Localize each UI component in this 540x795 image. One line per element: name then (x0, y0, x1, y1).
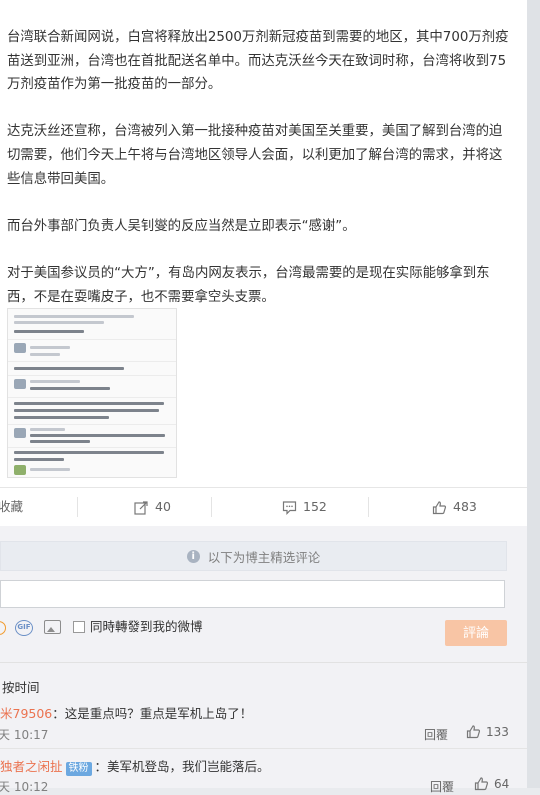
divider (0, 662, 527, 663)
comment-count: 152 (303, 499, 327, 514)
favorite-button[interactable]: 收藏 (0, 488, 23, 526)
page-scrollbar[interactable] (527, 0, 540, 788)
post-body: 台湾联合新闻网说，白宫将释放出2500万剂新冠疫苗到需要的地区，其中700万剂疫… (7, 26, 512, 333)
like-button[interactable]: 483 (432, 488, 477, 526)
post-paragraph-1: 台湾联合新闻网说，白宫将释放出2500万剂新冠疫苗到需要的地区，其中700万剂疫… (7, 30, 509, 93)
comment-item: 独者之闲扯 铁粉 ：美军机登岛，我们岂能落后。 (0, 756, 527, 776)
comment-button[interactable]: 152 (282, 488, 327, 526)
sort-by-time-tab[interactable]: 按时间 (2, 677, 40, 696)
repost-checkbox[interactable] (73, 621, 85, 633)
comment-username[interactable]: 独者之闲扯 (0, 759, 63, 774)
reply-button[interactable]: 回覆 (424, 726, 448, 743)
thumbs-up-icon (466, 725, 481, 739)
repost-checkbox-label[interactable]: 同時轉發到我的微博 (90, 619, 203, 635)
divider (0, 748, 527, 749)
submit-comment-button[interactable]: 評論 (445, 620, 507, 646)
image-icon[interactable] (44, 620, 61, 634)
comment-like-button[interactable]: 64 (474, 776, 509, 791)
weibo-post-card: 台湾联合新闻网说，白宫将释放出2500万剂新冠疫苗到需要的地区，其中700万剂疫… (0, 0, 527, 794)
comment-input[interactable] (0, 580, 505, 608)
comment-text: ：美军机登岛，我们岂能落后。 (94, 759, 270, 774)
post-paragraph-3: 而台外事部门负责人吴钊燮的反应当然是立即表示“感谢”。 (7, 218, 356, 234)
comment-icon (282, 500, 297, 515)
post-paragraph-2: 达克沃丝还宣称，台湾被列入第一批接种疫苗对美国至关重要，美国了解到台湾的迫切需要… (7, 124, 503, 187)
post-action-bar: 收藏 40 152 483 (0, 487, 527, 527)
comment-like-button[interactable]: 133 (466, 724, 509, 739)
fan-badge: 铁粉 (65, 762, 92, 776)
post-paragraph-4: 对于美国参议员的“大方”，有岛内网友表示，台湾最需要的是现在实际能够拿到东西，不… (7, 265, 490, 305)
info-icon: i (186, 549, 200, 563)
comment-like-count: 133 (486, 724, 509, 739)
featured-comments-notice-text: 以下为博主精选评论 (207, 549, 321, 565)
comment-text: ：这是重点吗？重点是军机上岛了！ (52, 706, 253, 721)
gif-icon[interactable]: GIF (15, 620, 33, 636)
repost-icon (134, 500, 148, 515)
comment-like-count: 64 (494, 776, 510, 791)
repost-button[interactable]: 40 (134, 488, 171, 526)
post-image-thumbnail[interactable] (7, 308, 177, 478)
comment-timestamp: 天 10:17 (0, 728, 49, 742)
comment-username[interactable]: 米79506 (0, 706, 52, 721)
thumbs-up-icon (474, 777, 489, 791)
comment-timestamp: 天 10:12 (0, 780, 49, 794)
like-count: 483 (453, 499, 477, 514)
comment-item: 米79506：这是重点吗？重点是军机上岛了！ (0, 703, 527, 722)
featured-comments-notice: i 以下为博主精选评论 (0, 541, 507, 571)
favorite-label: 收藏 (0, 499, 24, 514)
repost-count: 40 (155, 499, 171, 514)
thumbs-up-icon (432, 500, 447, 514)
reply-button[interactable]: 回覆 (430, 778, 454, 795)
